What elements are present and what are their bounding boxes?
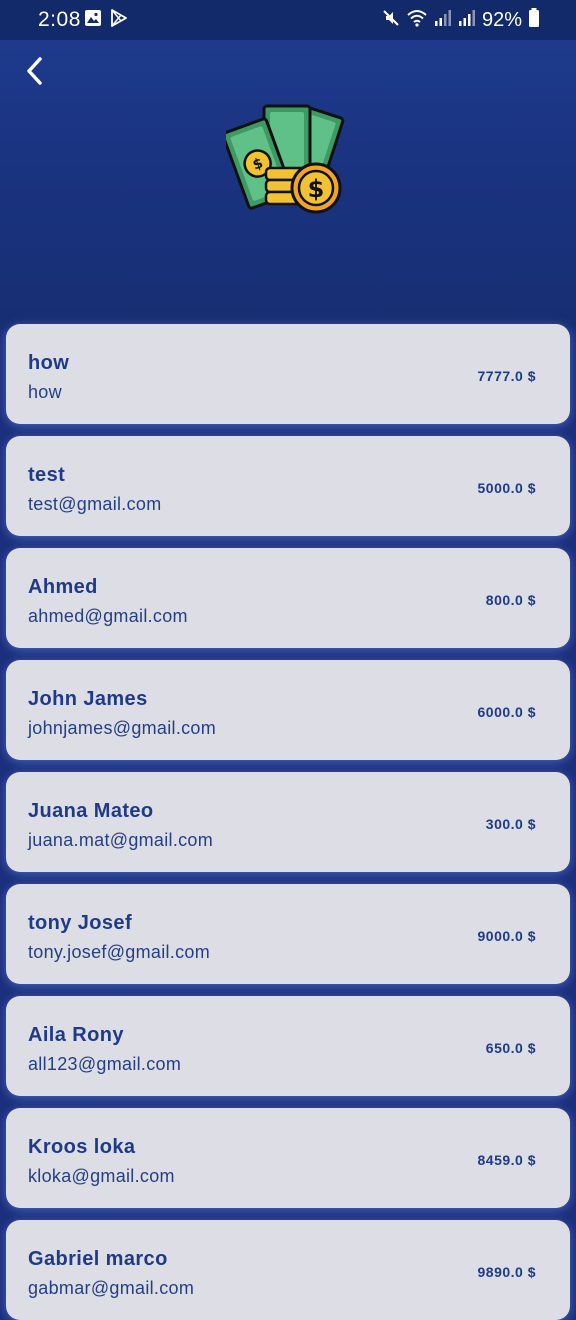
- gallery-icon: [84, 9, 102, 32]
- account-email: tony.josef@gmail.com: [28, 942, 211, 962]
- account-name: Ahmed: [28, 576, 98, 598]
- account-card[interactable]: Kroos loka kloka@gmail.com 8459.0 $: [6, 1108, 570, 1208]
- status-system-icons: 92%: [382, 7, 540, 33]
- account-card[interactable]: Gabriel marco gabmar@gmail.com 9890.0 $: [6, 1220, 570, 1320]
- account-amount: 5000.0 $: [477, 480, 536, 496]
- chevron-left-icon: [27, 57, 42, 85]
- account-email: all123@gmail.com: [28, 1054, 182, 1074]
- account-email: kloka@gmail.com: [28, 1166, 175, 1186]
- wifi-icon: [406, 9, 428, 32]
- status-bar: 2:08 92%: [0, 0, 576, 40]
- battery-icon: [528, 7, 540, 33]
- signal-icon: [458, 9, 476, 32]
- account-name: Juana Mateo: [28, 800, 154, 822]
- account-amount: 650.0 $: [485, 1040, 536, 1056]
- mute-icon: [382, 9, 400, 32]
- play-store-icon: [110, 8, 128, 32]
- money-cash-coin-icon: $ $: [226, 104, 345, 214]
- account-email: johnjames@gmail.com: [28, 718, 217, 738]
- account-amount: 9000.0 $: [477, 928, 536, 944]
- account-email: ahmed@gmail.com: [28, 606, 188, 626]
- svg-text:$: $: [308, 175, 325, 203]
- account-amount: 6000.0 $: [477, 704, 536, 720]
- account-amount: 7777.0 $: [477, 368, 536, 384]
- status-notification-icons: [84, 8, 128, 32]
- account-name: how: [28, 352, 70, 374]
- account-amount: 300.0 $: [485, 816, 536, 832]
- account-name: Gabriel marco: [28, 1248, 168, 1270]
- account-name: test: [28, 464, 66, 486]
- back-button[interactable]: [18, 54, 52, 88]
- account-card[interactable]: Juana Mateo juana.mat@gmail.com 300.0 $: [6, 772, 570, 872]
- account-card[interactable]: test test@gmail.com 5000.0 $: [6, 436, 570, 536]
- account-card[interactable]: John James johnjames@gmail.com 6000.0 $: [6, 660, 570, 760]
- account-amount: 8459.0 $: [477, 1152, 536, 1168]
- account-card[interactable]: tony Josef tony.josef@gmail.com 9000.0 $: [6, 884, 570, 984]
- signal-icon: [434, 9, 452, 32]
- account-email: test@gmail.com: [28, 494, 162, 514]
- battery-percent: 92%: [481, 8, 522, 31]
- account-email: juana.mat@gmail.com: [28, 830, 214, 850]
- account-card[interactable]: Aila Rony all123@gmail.com 650.0 $: [6, 996, 570, 1096]
- account-email: gabmar@gmail.com: [28, 1278, 195, 1298]
- account-name: Kroos loka: [28, 1136, 136, 1158]
- account-card[interactable]: Ahmed ahmed@gmail.com 800.0 $: [6, 548, 570, 648]
- account-name: John James: [28, 688, 148, 710]
- account-name: Aila Rony: [28, 1024, 124, 1046]
- account-amount: 800.0 $: [485, 592, 536, 608]
- status-time: 2:08: [38, 8, 81, 31]
- account-card[interactable]: how how 7777.0 $: [6, 324, 570, 424]
- account-amount: 9890.0 $: [477, 1264, 536, 1280]
- account-email: how: [28, 382, 62, 402]
- account-name: tony Josef: [28, 912, 133, 934]
- header: $ $: [0, 40, 576, 330]
